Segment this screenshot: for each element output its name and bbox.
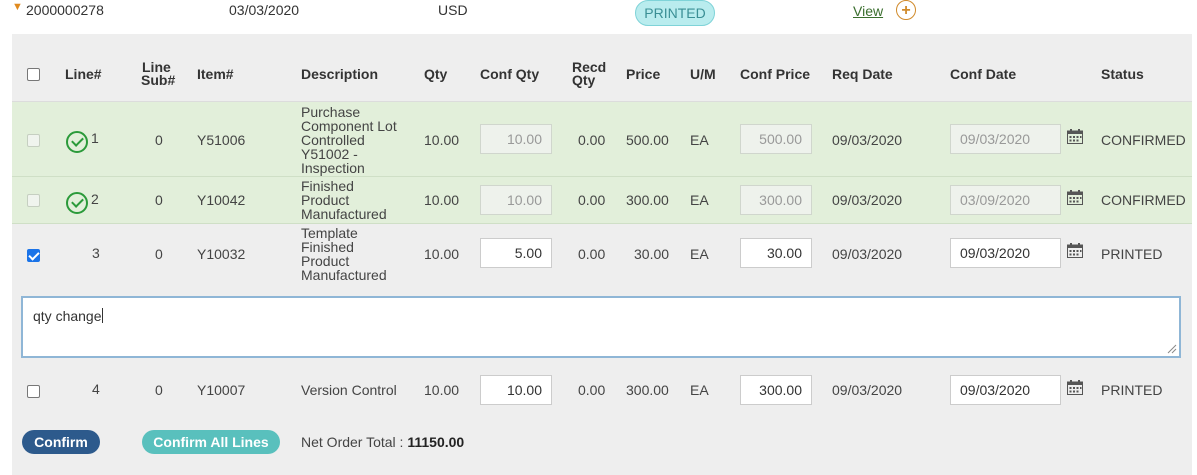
price: 300.00 <box>626 192 669 208</box>
conf-price-input: 500.00 <box>740 124 812 154</box>
conf-price-input: 300.00 <box>740 185 812 215</box>
confirm-all-lines-button[interactable]: Confirm All Lines <box>142 430 280 454</box>
calendar-icon[interactable] <box>1067 190 1083 205</box>
conf-qty-input: 10.00 <box>480 185 552 215</box>
conf-date-input[interactable]: 09/03/2020 <box>950 375 1061 405</box>
select-all-checkbox[interactable] <box>27 68 40 81</box>
calendar-icon[interactable] <box>1067 243 1083 258</box>
conf-price-input[interactable]: 30.00 <box>740 238 812 268</box>
col-item: Item# <box>197 66 234 82</box>
description: Purchase Component Lot Controlled Y51002… <box>301 104 397 176</box>
item-number: Y51006 <box>197 132 246 148</box>
col-recd-bottom: Qty <box>572 72 596 88</box>
line-sub: 0 <box>155 192 163 208</box>
line-status: CONFIRMED <box>1101 132 1186 148</box>
recd-qty: 0.00 <box>578 246 606 262</box>
table-row: 1 0 Y51006 Purchase Component Lot Contro… <box>12 102 1192 177</box>
req-date: 09/03/2020 <box>832 132 903 148</box>
line-number: 2 <box>91 191 99 207</box>
col-line: Line# <box>65 66 102 82</box>
conf-date-input: 09/03/2020 <box>950 124 1061 154</box>
req-date: 09/03/2020 <box>832 382 903 398</box>
col-um: U/M <box>690 66 716 82</box>
item-number: Y10032 <box>197 246 246 262</box>
price: 300.00 <box>626 382 669 398</box>
order-summary-row: ▼ 2000000278 03/03/2020 USD PRINTED View… <box>0 0 1197 32</box>
unit-of-measure: EA <box>690 192 709 208</box>
order-lines-panel: Line# Line Sub# Item# Description Qty Co… <box>12 34 1192 475</box>
qty: 10.00 <box>424 246 460 262</box>
description: Finished Product Manufactured <box>301 178 387 222</box>
line-status: PRINTED <box>1101 382 1163 398</box>
conf-price-input[interactable]: 300.00 <box>740 375 812 405</box>
confirmed-check-icon <box>66 131 88 153</box>
description: Template Finished Product Manufactured <box>301 225 387 283</box>
unit-of-measure: EA <box>690 246 709 262</box>
qty: 10.00 <box>424 192 460 208</box>
recd-qty: 0.00 <box>578 192 606 208</box>
unit-of-measure: EA <box>690 382 709 398</box>
col-conf-qty: Conf Qty <box>480 66 540 82</box>
col-conf-date: Conf Date <box>950 66 1017 82</box>
price: 30.00 <box>634 246 670 262</box>
text-cursor <box>101 308 103 323</box>
table-row: 2 0 Y10042 Finished Product Manufactured… <box>12 177 1192 224</box>
col-status: Status <box>1101 66 1144 82</box>
net-order-total-value: 11150.00 <box>407 434 465 450</box>
add-icon[interactable]: + <box>896 0 916 20</box>
conf-qty-input[interactable]: 10.00 <box>480 375 552 405</box>
unit-of-measure: EA <box>690 132 709 148</box>
order-date: 03/03/2020 <box>229 2 300 18</box>
price: 500.00 <box>626 132 669 148</box>
confirmed-check-icon <box>66 192 88 214</box>
expand-caret-icon[interactable]: ▼ <box>12 1 23 13</box>
view-link[interactable]: View <box>853 3 883 19</box>
req-date: 09/03/2020 <box>832 192 903 208</box>
conf-qty-input[interactable]: 5.00 <box>480 238 552 268</box>
col-description: Description <box>301 66 379 82</box>
item-number: Y10007 <box>197 382 246 398</box>
resize-grip-icon[interactable] <box>1167 344 1177 354</box>
order-currency: USD <box>438 2 468 18</box>
description: Version Control <box>301 382 397 398</box>
col-line-sub-bottom: Sub# <box>141 72 176 88</box>
row-checkbox <box>27 194 40 207</box>
row-checkbox <box>27 134 40 147</box>
req-date: 09/03/2020 <box>832 246 903 262</box>
line-sub: 0 <box>155 382 163 398</box>
col-conf-price: Conf Price <box>740 66 811 82</box>
line-number: 3 <box>92 245 100 261</box>
line-number: 4 <box>92 381 100 397</box>
col-req-date: Req Date <box>832 66 893 82</box>
calendar-icon[interactable] <box>1067 129 1083 144</box>
row-checkbox[interactable] <box>27 385 40 398</box>
recd-qty: 0.00 <box>578 132 606 148</box>
calendar-icon[interactable] <box>1067 380 1083 395</box>
comment-text: qty change <box>33 308 102 324</box>
qty: 10.00 <box>424 132 460 148</box>
item-number: Y10042 <box>197 192 246 208</box>
net-order-total: Net Order Total : 11150.00 <box>301 434 464 450</box>
recd-qty: 0.00 <box>578 382 606 398</box>
line-sub: 0 <box>155 246 163 262</box>
order-status-badge: PRINTED <box>635 0 715 26</box>
line-status: PRINTED <box>1101 246 1163 262</box>
table-row: 4 0 Y10007 Version Control 10.00 10.00 0… <box>12 368 1192 412</box>
conf-qty-input: 10.00 <box>480 124 552 154</box>
net-order-total-label: Net Order Total : <box>301 434 404 450</box>
conf-date-input[interactable]: 09/03/2020 <box>950 238 1061 268</box>
col-qty: Qty <box>424 66 448 82</box>
table-row: 3 0 Y10032 Template Finished Product Man… <box>12 224 1192 284</box>
line-comment-textarea[interactable]: qty change <box>21 296 1181 358</box>
conf-date-input: 03/09/2020 <box>950 185 1061 215</box>
order-number: 2000000278 <box>26 2 104 18</box>
line-sub: 0 <box>155 132 163 148</box>
row-checkbox[interactable] <box>27 249 40 262</box>
col-price: Price <box>626 66 661 82</box>
qty: 10.00 <box>424 382 460 398</box>
line-number: 1 <box>91 130 99 146</box>
confirm-button[interactable]: Confirm <box>22 430 100 454</box>
line-status: CONFIRMED <box>1101 192 1186 208</box>
table-header: Line# Line Sub# Item# Description Qty Co… <box>12 34 1192 102</box>
